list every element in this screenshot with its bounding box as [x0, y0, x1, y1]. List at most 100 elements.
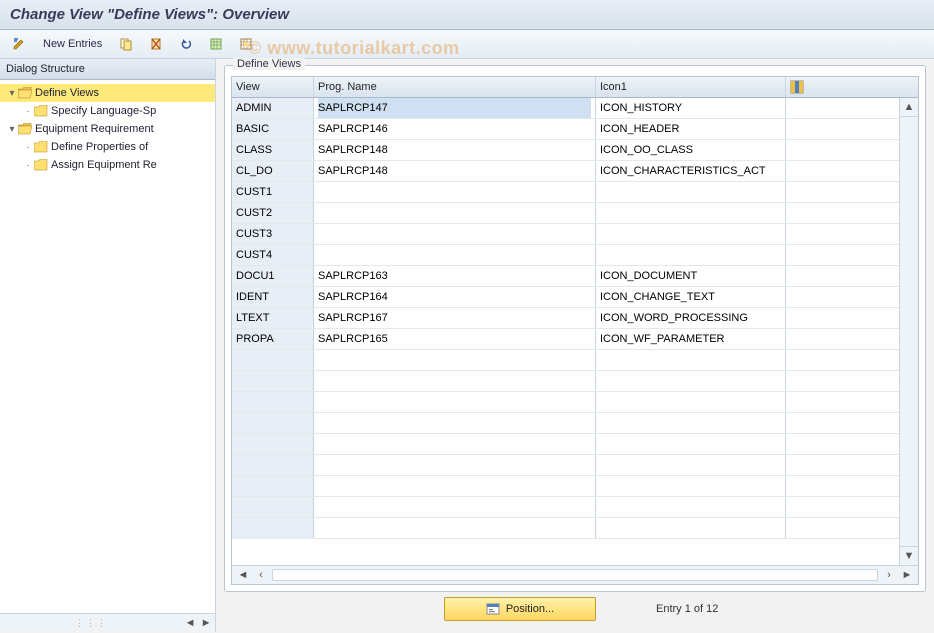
- cell-icon1[interactable]: [596, 329, 786, 349]
- cell-input-prog[interactable]: [318, 182, 591, 202]
- cell-input-view[interactable]: [236, 329, 309, 349]
- cell-input-prog[interactable]: [318, 329, 591, 349]
- cell-icon1[interactable]: [596, 308, 786, 328]
- cell-input-prog[interactable]: [318, 434, 591, 454]
- tree-item[interactable]: ·Define Properties of: [0, 138, 215, 156]
- cell-view[interactable]: [232, 497, 314, 517]
- tree-item[interactable]: ▾Define Views: [0, 84, 215, 102]
- col-header-prog[interactable]: Prog. Name: [314, 77, 596, 97]
- resize-grip[interactable]: ⋮⋮⋮: [4, 618, 179, 629]
- cell-prog[interactable]: [314, 119, 596, 139]
- cell-input-view[interactable]: [236, 98, 309, 118]
- cell-icon1[interactable]: [596, 287, 786, 307]
- deselect-all-button[interactable]: [233, 33, 259, 55]
- cell-prog[interactable]: [314, 392, 596, 412]
- scroll-last-icon[interactable]: ►: [900, 568, 914, 582]
- cell-input-icon1[interactable]: [600, 119, 781, 139]
- cell-view[interactable]: [232, 476, 314, 496]
- cell-input-icon1[interactable]: [600, 413, 781, 433]
- cell-prog[interactable]: [314, 161, 596, 181]
- cell-prog[interactable]: [314, 140, 596, 160]
- collapse-icon[interactable]: ▾: [6, 88, 18, 99]
- cell-input-prog[interactable]: [318, 371, 591, 391]
- cell-view[interactable]: [232, 119, 314, 139]
- scroll-right-icon[interactable]: ►: [201, 618, 211, 628]
- cell-input-prog[interactable]: [318, 161, 591, 181]
- cell-view[interactable]: [232, 98, 314, 118]
- cell-input-icon1[interactable]: [600, 140, 781, 160]
- cell-input-view[interactable]: [236, 476, 309, 496]
- tree-item[interactable]: ·Specify Language-Sp: [0, 102, 215, 120]
- cell-prog[interactable]: [314, 413, 596, 433]
- cell-view[interactable]: [232, 161, 314, 181]
- col-header-icon1[interactable]: Icon1: [596, 77, 786, 97]
- cell-input-icon1[interactable]: [600, 98, 781, 118]
- cell-prog[interactable]: [314, 371, 596, 391]
- cell-icon1[interactable]: [596, 518, 786, 538]
- cell-input-prog[interactable]: [318, 518, 591, 538]
- cell-input-icon1[interactable]: [600, 203, 781, 223]
- cell-view[interactable]: [232, 245, 314, 265]
- cell-input-icon1[interactable]: [600, 371, 781, 391]
- col-header-view[interactable]: View: [232, 77, 314, 97]
- cell-prog[interactable]: [314, 308, 596, 328]
- cell-icon1[interactable]: [596, 182, 786, 202]
- cell-prog[interactable]: [314, 182, 596, 202]
- vertical-scrollbar[interactable]: ▲ ▼: [899, 98, 918, 565]
- cell-view[interactable]: [232, 455, 314, 475]
- cell-input-view[interactable]: [236, 350, 309, 370]
- select-all-button[interactable]: [203, 33, 229, 55]
- cell-input-view[interactable]: [236, 161, 309, 181]
- cell-icon1[interactable]: [596, 455, 786, 475]
- cell-icon1[interactable]: [596, 245, 786, 265]
- cell-input-view[interactable]: [236, 455, 309, 475]
- cell-view[interactable]: [232, 308, 314, 328]
- cell-prog[interactable]: [314, 497, 596, 517]
- cell-icon1[interactable]: [596, 476, 786, 496]
- cell-input-view[interactable]: [236, 392, 309, 412]
- cell-view[interactable]: [232, 392, 314, 412]
- cell-input-prog[interactable]: [318, 266, 591, 286]
- cell-icon1[interactable]: [596, 119, 786, 139]
- cell-input-icon1[interactable]: [600, 392, 781, 412]
- tree[interactable]: ▾Define Views·Specify Language-Sp▾Equipm…: [0, 80, 215, 613]
- cell-view[interactable]: [232, 518, 314, 538]
- cell-view[interactable]: [232, 140, 314, 160]
- cell-input-icon1[interactable]: [600, 434, 781, 454]
- scroll-right-icon[interactable]: ›: [882, 568, 896, 582]
- cell-prog[interactable]: [314, 266, 596, 286]
- cell-input-view[interactable]: [236, 518, 309, 538]
- cell-input-icon1[interactable]: [600, 266, 781, 286]
- cell-prog[interactable]: [314, 245, 596, 265]
- cell-input-prog[interactable]: [318, 287, 591, 307]
- cell-prog[interactable]: [314, 203, 596, 223]
- cell-input-view[interactable]: [236, 140, 309, 160]
- cell-icon1[interactable]: [596, 434, 786, 454]
- cell-input-view[interactable]: [236, 203, 309, 223]
- tree-item[interactable]: ·Assign Equipment Re: [0, 156, 215, 174]
- cell-view[interactable]: [232, 329, 314, 349]
- cell-input-view[interactable]: [236, 308, 309, 328]
- cell-input-prog[interactable]: [318, 392, 591, 412]
- cell-view[interactable]: [232, 287, 314, 307]
- cell-input-view[interactable]: [236, 497, 309, 517]
- tree-item[interactable]: ▾Equipment Requirement: [0, 120, 215, 138]
- cell-input-prog[interactable]: [318, 308, 591, 328]
- cell-input-icon1[interactable]: [600, 476, 781, 496]
- position-button[interactable]: Position...: [444, 597, 596, 621]
- cell-input-view[interactable]: [236, 413, 309, 433]
- cell-input-icon1[interactable]: [600, 497, 781, 517]
- cell-view[interactable]: [232, 224, 314, 244]
- cell-view[interactable]: [232, 413, 314, 433]
- cell-input-prog[interactable]: [318, 98, 591, 118]
- copy-as-button[interactable]: [113, 33, 139, 55]
- cell-icon1[interactable]: [596, 266, 786, 286]
- cell-input-icon1[interactable]: [600, 350, 781, 370]
- cell-prog[interactable]: [314, 455, 596, 475]
- cell-prog[interactable]: [314, 224, 596, 244]
- cell-input-prog[interactable]: [318, 413, 591, 433]
- cell-view[interactable]: [232, 182, 314, 202]
- table-configure-button[interactable]: [786, 77, 808, 97]
- cell-input-prog[interactable]: [318, 119, 591, 139]
- cell-input-prog[interactable]: [318, 476, 591, 496]
